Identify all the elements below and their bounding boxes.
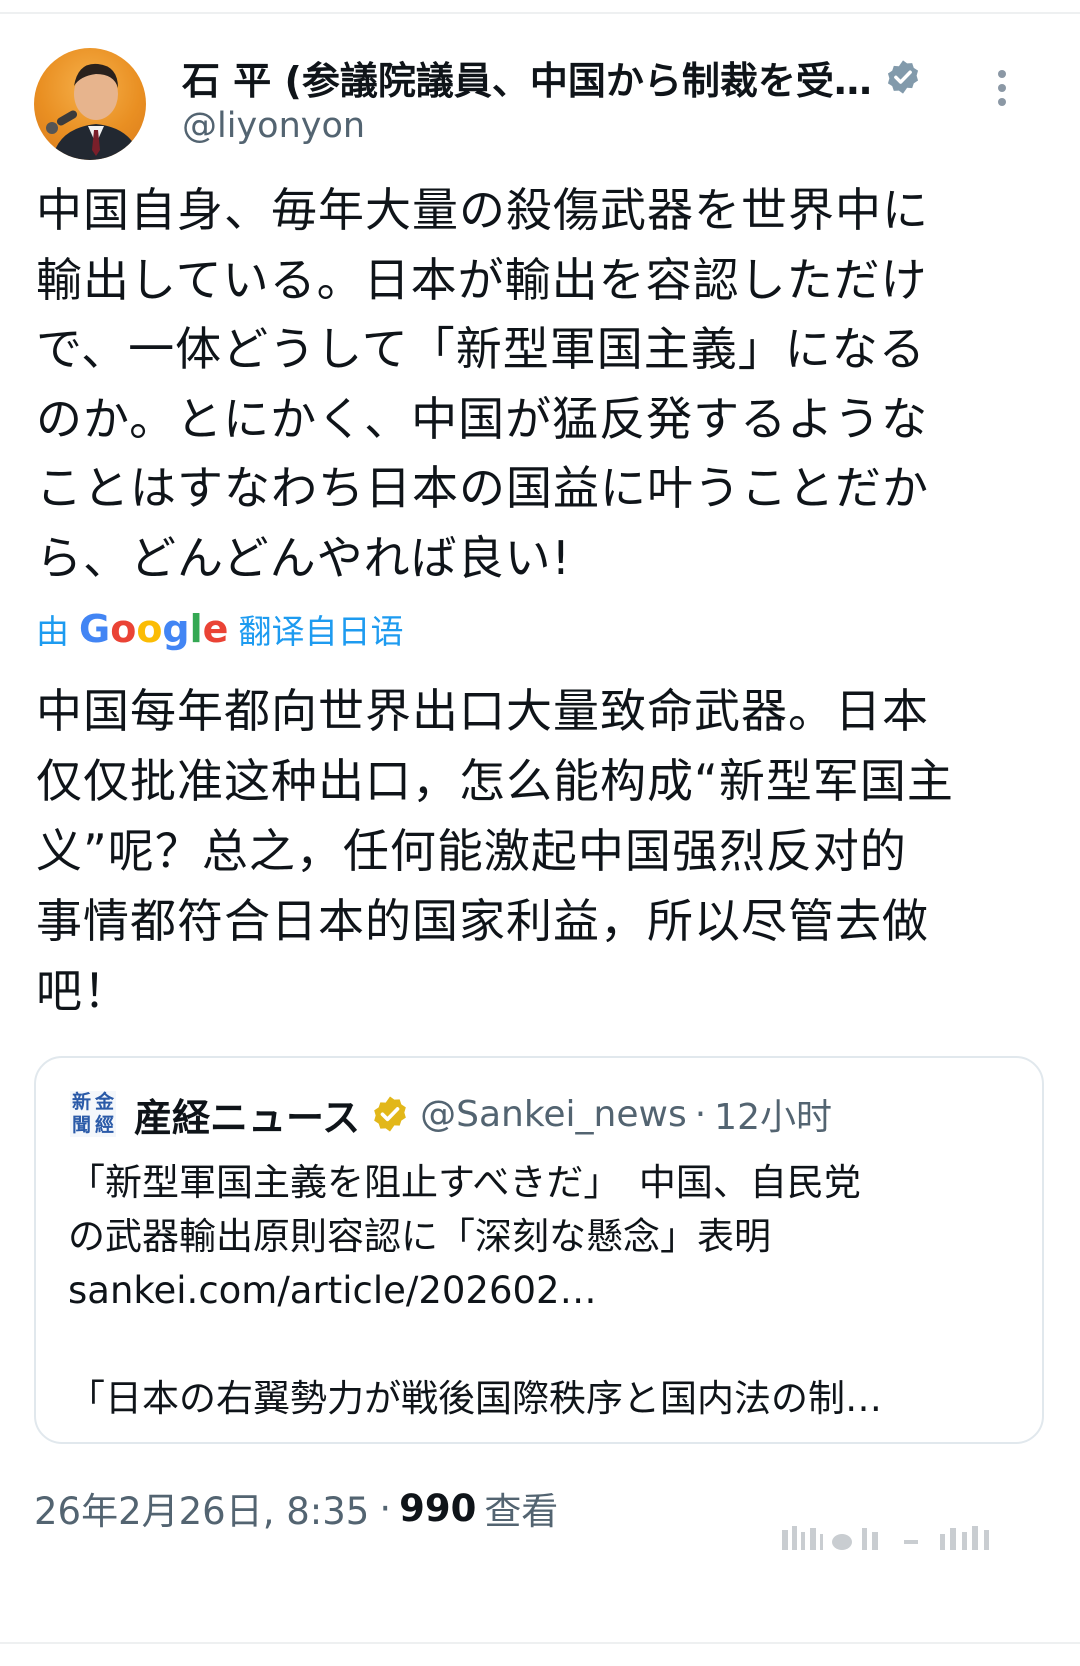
quoted-line: 「日本の右翼勢力が戦後国際秩序と国内法の制… (68, 1377, 882, 1420)
sankei-logo: 新金 聞經 (70, 1091, 116, 1137)
author-name-row: 石 平 (参議院議員、中国から制裁を受… (182, 50, 972, 105)
author-block: 石 平 (参議院議員、中国から制裁を受… @liyonyon (182, 52, 972, 146)
more-options-icon[interactable] (996, 70, 1008, 114)
post-header: 石 平 (参議院議員、中国から制裁を受… @liyonyon (34, 48, 1046, 168)
translation-line: 事情都符合日本的国家利益，所以尽管去做 (36, 894, 929, 948)
post-line: 中国自身、毎年大量の殺傷武器を世界中に (36, 183, 929, 237)
translation-line: 吧！ (36, 964, 130, 1018)
translation-line: 中国每年都向世界出口大量致命武器。日本 (36, 684, 929, 738)
bottom-divider (0, 1642, 1080, 1644)
quoted-author-name[interactable]: 産経ニュース (134, 1087, 360, 1142)
quoted-separator: · (694, 1093, 707, 1135)
translate-prefix: 由 (36, 612, 69, 651)
views-count: 990 (399, 1486, 477, 1530)
quoted-link[interactable]: sankei.com/article/202602… (68, 1264, 1008, 1318)
quoted-line: の武器輸出原則容認に「深刻な懸念」表明 (68, 1215, 771, 1258)
post-line: ことはすなわち日本の国益に叶うことだか (36, 461, 929, 515)
quoted-post-card[interactable]: 新金 聞經 産経ニュース @Sankei_news · 12小时 「新型軍国主義… (34, 1056, 1044, 1444)
post-datetime[interactable]: 26年2月26日, 8:35 (34, 1481, 369, 1535)
translate-suffix: 翻译自日语 (238, 612, 404, 651)
author-name[interactable]: 石 平 (参議院議員、中国から制裁を受… (182, 50, 872, 105)
avatar-portrait (46, 63, 140, 160)
quoted-post-text: 「新型軍国主義を阻止すべきだ」 中国、自民党 の武器輸出原則容認に「深刻な懸念」… (68, 1156, 1008, 1426)
quoted-timestamp: 12小时 (714, 1097, 832, 1138)
translated-text: 中国每年都向世界出口大量致命武器。日本 仅仅批准这种出口，怎么能构成“新型军国主… (36, 676, 1046, 1026)
author-handle[interactable]: @liyonyon (182, 106, 972, 146)
post-line: ら、どんどんやれば良い! (36, 530, 572, 585)
translation-attribution[interactable]: 由 Google 翻译自日语 (36, 604, 403, 654)
google-logo: Google (79, 607, 229, 651)
top-divider (0, 12, 1080, 14)
quoted-line (68, 1318, 1008, 1372)
watermark-icon (782, 1526, 989, 1550)
post-text: 中国自身、毎年大量の殺傷武器を世界中に 輸出している。日本が輸出を容認しただけ … (36, 176, 1046, 593)
post-line: のか。とにかく、中国が猛反発するような (36, 391, 929, 446)
translation-line: 仅仅批准这种出口，怎么能构成“新型军国主 (36, 754, 954, 808)
gold-verified-badge-icon (374, 1096, 406, 1132)
avatar[interactable] (34, 48, 146, 160)
translation-line: 义”呢？总之，任何能激起中国强烈反对的 (36, 824, 907, 878)
views-label: 查看 (484, 1490, 559, 1533)
quoted-line: 「新型軍国主義を阻止すべきだ」 中国、自民党 (68, 1161, 861, 1204)
verified-badge-icon (887, 60, 918, 94)
footer-separator: · (379, 1486, 392, 1530)
post-line: 輸出している。日本が輸出を容認しただけ (36, 252, 928, 307)
quoted-author-handle[interactable]: @Sankei_news (420, 1094, 687, 1135)
post-footer: 26年2月26日, 8:35 · 990 查看 (34, 1480, 558, 1536)
quoted-post-header: 新金 聞經 産経ニュース @Sankei_news · 12小时 (70, 1086, 832, 1142)
post-line: で、一体どうして「新型軍国主義」になる (36, 322, 926, 376)
